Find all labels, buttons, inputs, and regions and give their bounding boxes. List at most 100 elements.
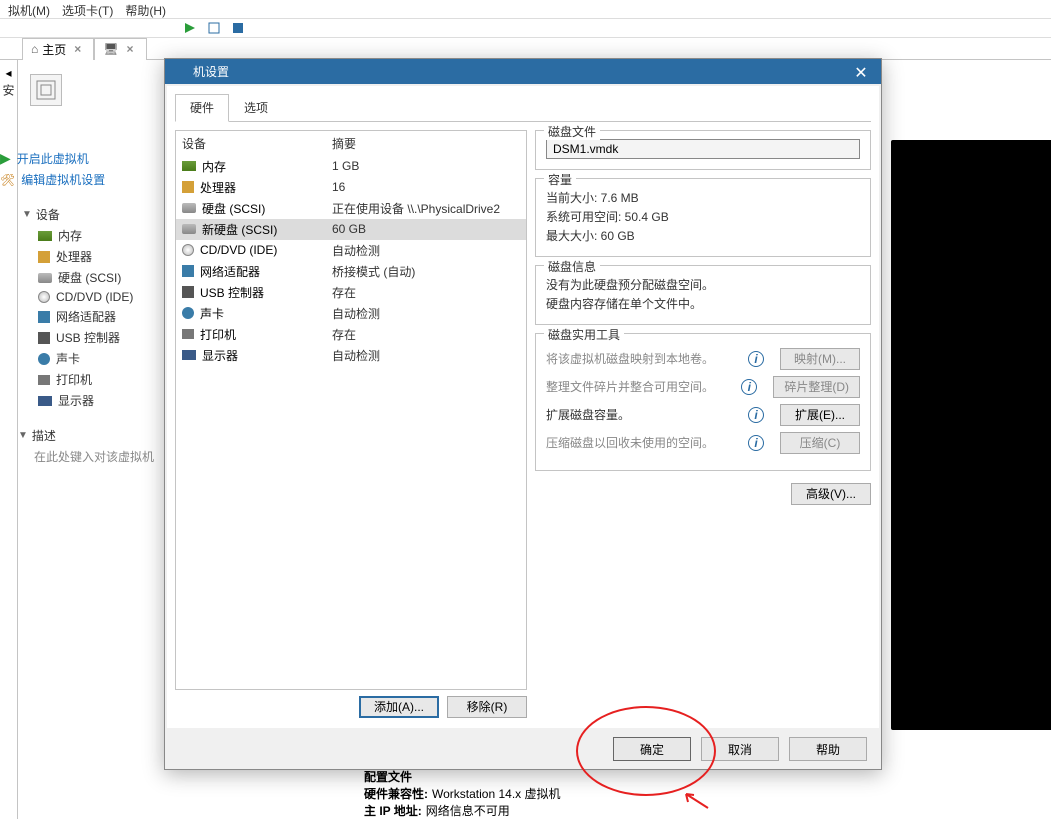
play-icon: ▶ — [0, 150, 11, 167]
advanced-button[interactable]: 高级(V)... — [791, 483, 871, 505]
ok-button[interactable]: 确定 — [613, 737, 691, 761]
chevron-icon[interactable]: ◂ — [5, 66, 11, 80]
vm-settings-dialog: 机设置 ✕ 硬件 选项 设备 摘要 内存 1 GB 处理器16 硬盘 (SCSI) 正在… — [164, 58, 882, 770]
map-button[interactable]: 映射(M)... — [780, 348, 860, 370]
tab-vm[interactable]: 🖥 × — [94, 38, 146, 60]
expand-button[interactable]: 扩展(E)... — [780, 404, 860, 426]
cpu-icon — [38, 251, 50, 263]
detail-panel: 磁盘文件 容量 当前大小: 7.6 MB 系统可用空间: 50.4 GB 最大大… — [535, 130, 871, 720]
play-icon[interactable] — [180, 19, 200, 37]
max-size: 最大大小: 60 GB — [546, 227, 860, 244]
dialog-tabs: 硬件 选项 — [175, 94, 871, 122]
help-button[interactable]: 帮助 — [789, 737, 867, 761]
desc-header: 描述 — [32, 427, 56, 444]
info-icon[interactable]: i — [748, 435, 764, 451]
usb-icon — [182, 286, 194, 298]
vm-big-icon — [30, 74, 62, 106]
disk-icon — [182, 203, 196, 213]
vm-icon: 🖥 — [103, 42, 118, 56]
dialog-title: 机设置 — [193, 63, 229, 80]
edit-vm-label: 编辑虚拟机设置 — [21, 171, 105, 188]
sound-icon — [182, 307, 194, 319]
display-icon — [182, 350, 196, 360]
start-vm-label: 开启此虚拟机 — [17, 150, 89, 167]
tab-hardware[interactable]: 硬件 — [175, 94, 229, 122]
device-name: 声卡 — [200, 305, 224, 322]
disk-icon — [182, 224, 196, 234]
info-icon[interactable]: i — [748, 351, 764, 367]
menu-vm[interactable]: 拟机(M) — [8, 2, 50, 16]
device-label: 硬盘 (SCSI) — [58, 269, 121, 286]
tab-home-label: 主页 — [42, 41, 66, 58]
diskinfo-2: 硬盘内容存储在单个文件中。 — [546, 295, 860, 312]
device-table-header: 设备 摘要 — [176, 131, 526, 156]
col-summary: 摘要 — [332, 135, 520, 152]
toolbar-btn[interactable] — [204, 19, 224, 37]
current-size: 当前大小: 7.6 MB — [546, 189, 860, 206]
devices-header: 设备 — [36, 206, 60, 223]
defrag-button[interactable]: 碎片整理(D) — [773, 376, 860, 398]
menu-help[interactable]: 帮助(H) — [125, 2, 166, 16]
compat-value: Workstation 14.x 虚拟机 — [432, 785, 561, 802]
device-summary: 自动检测 — [332, 347, 520, 364]
table-row[interactable]: 显示器 自动检测 — [176, 345, 526, 366]
close-icon[interactable]: × — [70, 42, 85, 56]
device-name: 打印机 — [200, 326, 236, 343]
dialog-title-bar[interactable]: 机设置 ✕ — [165, 59, 881, 84]
tab-home[interactable]: ⌂ 主页 × — [22, 38, 94, 60]
table-row[interactable]: 处理器16 — [176, 177, 526, 198]
chevron-down-icon[interactable]: ▼ — [22, 209, 32, 220]
ip-label: 主 IP 地址: — [364, 802, 422, 819]
table-row[interactable]: USB 控制器存在 — [176, 282, 526, 303]
close-icon[interactable]: × — [123, 42, 138, 56]
compat-label: 硬件兼容性: — [364, 785, 428, 802]
table-row[interactable]: 硬盘 (SCSI) 正在使用设备 \\.\PhysicalDrive2 — [176, 198, 526, 219]
mem-icon — [182, 161, 196, 171]
disk-icon — [38, 273, 52, 283]
device-label: 显示器 — [58, 392, 94, 409]
table-row[interactable]: 打印机存在 — [176, 324, 526, 345]
ip-value: 网络信息不可用 — [426, 802, 510, 819]
close-button[interactable]: ✕ — [841, 59, 881, 87]
edit-icon: 🛠 — [0, 173, 15, 187]
network-icon — [38, 311, 50, 323]
tab-options[interactable]: 选项 — [229, 94, 283, 121]
info-icon[interactable]: i — [741, 379, 757, 395]
dialog-footer: 确定 取消 帮助 — [165, 730, 881, 769]
remove-button[interactable]: 移除(R) — [447, 696, 527, 718]
device-label: 声卡 — [56, 350, 80, 367]
compress-hint: 压缩磁盘以回收未使用的空间。 — [546, 434, 732, 451]
device-summary: 正在使用设备 \\.\PhysicalDrive2 — [332, 200, 520, 217]
table-row[interactable]: CD/DVD (IDE)自动检测 — [176, 240, 526, 261]
compress-button[interactable]: 压缩(C) — [780, 432, 860, 454]
usb-icon — [38, 332, 50, 344]
device-summary: 自动检测 — [332, 305, 520, 322]
diskfile-legend: 磁盘文件 — [544, 123, 600, 140]
menu-tabs[interactable]: 选项卡(T) — [62, 2, 113, 16]
device-label: 内存 — [58, 227, 82, 244]
toolbar — [0, 18, 1051, 38]
toolbar-btn[interactable] — [228, 19, 248, 37]
memory-icon — [38, 231, 52, 241]
sound-icon — [38, 353, 50, 365]
table-row[interactable]: 新硬盘 (SCSI)60 GB — [176, 219, 526, 240]
device-name: 新硬盘 (SCSI) — [202, 221, 277, 238]
diskfile-input[interactable] — [546, 139, 860, 159]
device-name: 网络适配器 — [200, 263, 260, 280]
device-label: CD/DVD (IDE) — [56, 290, 133, 304]
table-row[interactable]: 声卡 自动检测 — [176, 303, 526, 324]
table-row[interactable]: 内存 1 GB — [176, 156, 526, 177]
table-row[interactable]: 网络适配器桥接模式 (自动) — [176, 261, 526, 282]
cancel-button[interactable]: 取消 — [701, 737, 779, 761]
device-name: 内存 — [202, 158, 226, 175]
device-summary: 1 GB — [332, 159, 520, 173]
info-icon[interactable]: i — [748, 407, 764, 423]
device-name: 显示器 — [202, 347, 238, 364]
device-name: 硬盘 (SCSI) — [202, 200, 265, 217]
print-icon — [182, 329, 194, 339]
diskinfo-fieldset: 磁盘信息 没有为此硬盘预分配磁盘空间。 硬盘内容存储在单个文件中。 — [535, 265, 871, 325]
add-button[interactable]: 添加(A)... — [359, 696, 439, 718]
display-icon — [38, 396, 52, 406]
utilities-legend: 磁盘实用工具 — [544, 326, 624, 343]
chevron-down-icon[interactable]: ▼ — [18, 430, 28, 441]
